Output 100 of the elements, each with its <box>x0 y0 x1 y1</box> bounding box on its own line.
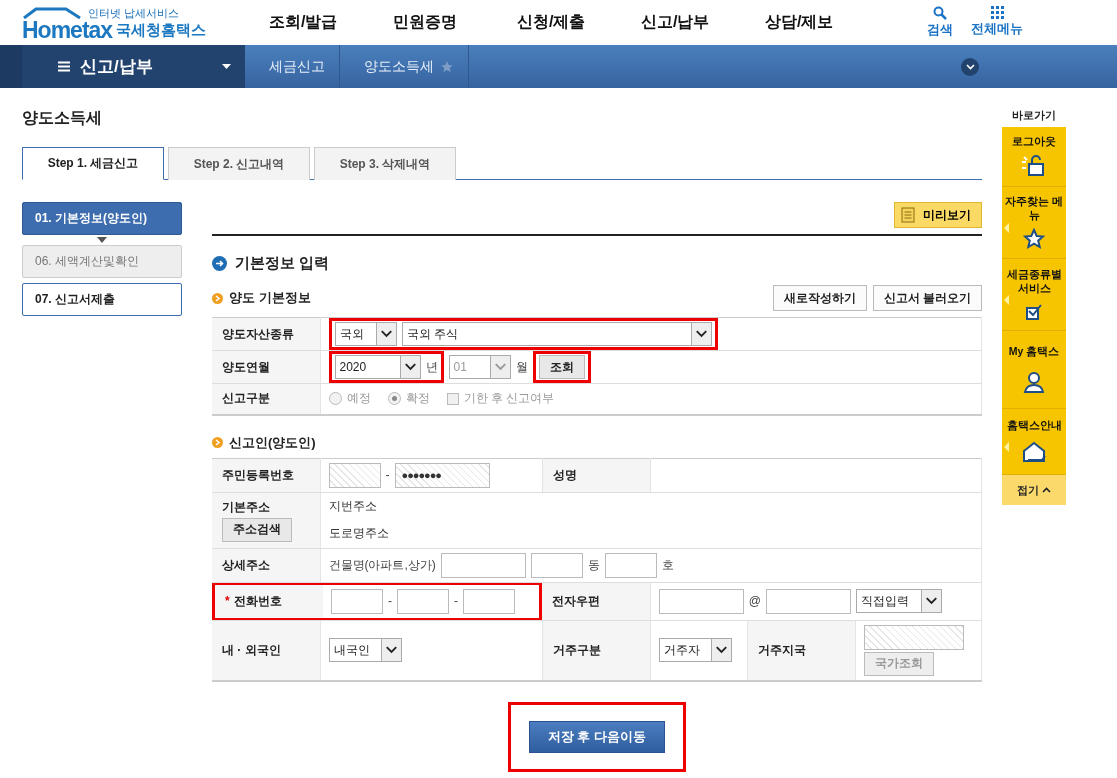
select-field[interactable]: 국외 <box>334 322 397 346</box>
select-field[interactable]: 직접입력 <box>855 589 942 613</box>
step-item[interactable]: 06. 세액계산및확인 <box>22 245 182 278</box>
step-item[interactable]: 01. 기본정보(양도인) <box>22 202 182 235</box>
section-menu[interactable]: 신고/납부 <box>0 45 245 88</box>
menu-item[interactable]: 상담/제보 <box>765 12 889 33</box>
arrow-circle-icon <box>212 256 227 271</box>
quick-link[interactable]: 로그아웃 <box>1002 127 1066 187</box>
text-input[interactable] <box>331 588 383 614</box>
text-input[interactable] <box>765 588 851 614</box>
lookup-button[interactable]: 조회 <box>538 355 585 379</box>
bullet-icon <box>212 437 223 448</box>
logo-name: 국세청홈택스 <box>116 20 207 40</box>
field-text: 호 <box>661 556 674 574</box>
field-text: 동 <box>587 556 600 574</box>
quick-link[interactable]: My 홈택스 <box>1002 331 1066 409</box>
row-label-text: 기본주소 <box>222 498 270 516</box>
select-field[interactable]: 거주자 <box>658 638 732 662</box>
chevron-down-icon <box>489 356 510 378</box>
row-label-text: 전화번호 <box>233 592 282 610</box>
field-text: - <box>385 468 390 482</box>
chevron-down-icon <box>399 356 420 378</box>
row-label: 양도연월 <box>212 350 320 384</box>
text-input[interactable] <box>397 588 449 614</box>
menu-icon <box>58 61 70 72</box>
expand-button[interactable] <box>961 57 979 76</box>
row-label: 거주지국 <box>747 620 856 681</box>
row-label: 거주구분 <box>542 620 651 681</box>
all-menu-button[interactable]: 전체메뉴 <box>971 6 1023 39</box>
step-tab[interactable]: Step 3. 삭제내역 <box>314 147 456 180</box>
field-text: - <box>454 594 458 608</box>
caret-icon <box>222 64 231 69</box>
select-field[interactable]: 내국인 <box>328 638 402 662</box>
page-title: 양도소득세 <box>22 108 103 128</box>
text-input[interactable] <box>328 462 381 488</box>
text-input[interactable]: ●●●●●●● <box>394 462 490 488</box>
field-text: @ <box>748 594 761 608</box>
chevron-down-icon <box>690 323 711 345</box>
field-text: 건물명(아파트,상가) <box>328 556 436 574</box>
address-text: 지번주소 <box>328 498 378 515</box>
menu-item[interactable]: 민원증명 <box>393 12 517 33</box>
radio-label: 확정 <box>405 390 430 408</box>
quick-link[interactable]: 세금종류별 서비스 <box>1002 259 1066 331</box>
text-input[interactable] <box>530 552 583 578</box>
section-title: 기본정보 입력 <box>235 254 330 273</box>
house-roof-icon <box>22 6 82 19</box>
search-icon <box>933 6 947 20</box>
row-label: 양도자산종류 <box>212 317 320 351</box>
menu-item[interactable]: 조회/발급 <box>269 12 393 33</box>
caret-up-icon <box>1042 487 1051 493</box>
preview-button[interactable]: 미리보기 <box>894 202 982 228</box>
required-mark: * <box>225 594 230 608</box>
address-search-button[interactable]: 주소검색 <box>222 517 292 542</box>
section-menu-label: 신고/납부 <box>80 56 154 78</box>
select-field[interactable]: 2020 <box>334 355 421 379</box>
house-icon <box>1020 440 1048 465</box>
quick-links-title: 바로가기 <box>1011 108 1057 123</box>
step-tab[interactable]: Step 1. 세금신고 <box>22 147 164 180</box>
row-label: 주민등록번호 <box>212 458 320 492</box>
text-input[interactable] <box>440 552 526 578</box>
step-item[interactable]: 07. 신고서제출 <box>22 283 182 316</box>
subsection-title: 신고인(양도인) <box>229 433 316 452</box>
chevron-down-icon <box>375 323 396 345</box>
select-field[interactable]: 국외 주식 <box>401 322 712 346</box>
row-label: 신고구분 <box>212 383 320 415</box>
chevron-down-icon <box>710 639 731 661</box>
address-text: 도로명주소 <box>328 525 390 542</box>
menu-item[interactable]: 신청/제출 <box>517 12 641 33</box>
subsection-title: 양도 기본정보 <box>229 289 311 307</box>
star-icon <box>1023 228 1045 251</box>
text-input[interactable] <box>863 624 964 650</box>
down-arrow-icon <box>97 237 107 243</box>
chevron-down-icon <box>380 639 401 661</box>
search-button[interactable]: 검색 <box>927 6 953 39</box>
checkbox-label: 기한 후 신고여부 <box>463 390 555 408</box>
field-text: - <box>388 594 392 608</box>
text-input[interactable] <box>658 588 744 614</box>
field-text: 년 <box>425 358 438 376</box>
breadcrumb-link[interactable]: 양도소득세 <box>340 45 469 88</box>
logo-wordmark: Hometax <box>22 18 113 42</box>
field-text: 월 <box>515 358 528 376</box>
document-icon <box>901 207 915 223</box>
radio-label: 예정 <box>346 390 371 408</box>
logo-tagline: 인터넷 납세서비스 <box>88 8 179 19</box>
collapse-button[interactable]: 접기 <box>1002 475 1066 505</box>
action-button[interactable]: 새로작성하기 <box>772 285 867 311</box>
quick-link[interactable]: 홈택스안내 <box>1002 409 1066 475</box>
menu-item[interactable]: 신고/납부 <box>641 12 765 33</box>
text-input[interactable] <box>604 552 657 578</box>
breadcrumb-link[interactable]: 세금신고 <box>245 45 340 88</box>
chevron-down-icon <box>965 63 975 70</box>
quick-link[interactable]: 자주찾는 메뉴 <box>1002 187 1066 259</box>
step-tab[interactable]: Step 2. 신고내역 <box>168 147 310 180</box>
row-label: 성명 <box>542 458 651 492</box>
user-icon <box>1022 370 1046 395</box>
row-label: 내 · 외국인 <box>212 620 320 681</box>
text-input[interactable] <box>463 588 515 614</box>
action-button[interactable]: 신고서 불러오기 <box>872 285 982 311</box>
save-next-button[interactable]: 저장 후 다음이동 <box>528 720 666 753</box>
grid-icon <box>990 6 1004 19</box>
